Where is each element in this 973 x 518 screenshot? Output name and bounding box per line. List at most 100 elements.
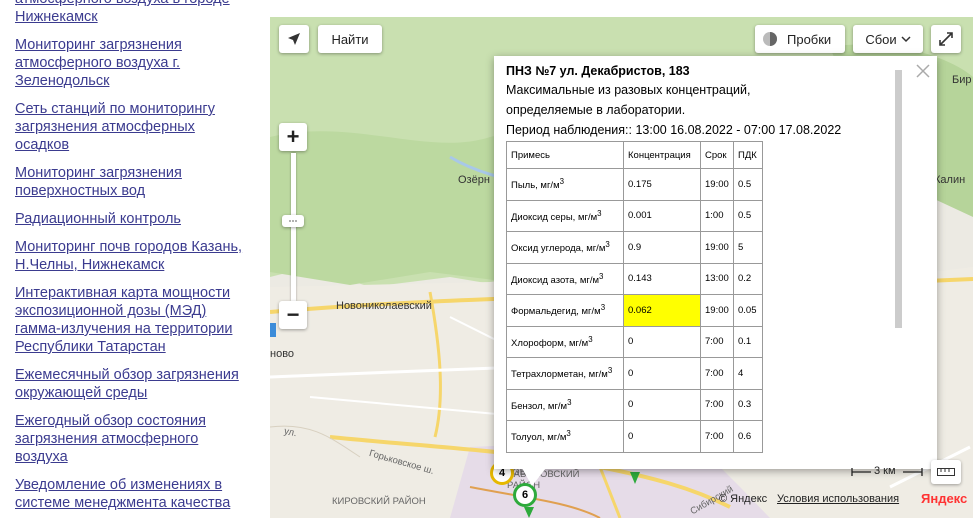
zoom-slider-track[interactable] [291, 153, 296, 301]
marker-pin-tail [524, 507, 534, 518]
pollutant-name: Хлороформ, мг/м [511, 337, 589, 349]
sidebar-link[interactable]: Мониторинг почв городов Казань, Н.Челны,… [15, 238, 243, 274]
concentration-cell: 0 [623, 325, 701, 358]
pdk-cell: 4 [733, 357, 763, 390]
concentration-cell: 0.001 [623, 199, 701, 232]
pollutant-name: Диоксид азота, мг/м [511, 274, 600, 286]
unit-superscript: 3 [605, 240, 610, 250]
map-label-kalin: Калин [934, 174, 966, 186]
unit-superscript: 3 [597, 208, 602, 218]
pdk-cell: 0.5 [733, 168, 763, 201]
sidebar-link[interactable]: Уведомление об изменениях в системе мене… [15, 476, 243, 512]
map-label-novonikolaevsky: Новониколаевский [336, 300, 432, 312]
find-button[interactable]: Найти [318, 25, 382, 53]
concentration-cell: 0 [623, 388, 701, 421]
close-icon [916, 64, 930, 78]
map-label-bir: Бир [952, 74, 972, 86]
pdk-cell: 5 [733, 231, 763, 264]
time-cell: 7:00 [700, 420, 734, 453]
station-info-balloon: ПНЗ №7 ул. Декабристов, 183 Максимальные… [494, 56, 937, 469]
map-label-novo: ново [270, 348, 295, 360]
pollutant-name-cell: Оксид углерода, мг/м3 [506, 231, 624, 264]
sidebar-link[interactable]: Ежегодный обзор состояния загрязнения ат… [15, 412, 243, 466]
pollutant-name: Оксид углерода, мг/м [511, 243, 606, 255]
balloon-close-button[interactable] [914, 62, 932, 80]
chevron-down-icon [901, 35, 911, 42]
sidebar: атмосферного воздуха в городе Нижнекамск… [0, 0, 250, 518]
pdk-cell: 0.6 [733, 420, 763, 453]
ruler-button[interactable] [931, 460, 961, 484]
table-row: Пыль, мг/м3 0.175 19:00 0.5 [506, 168, 763, 201]
sidebar-link[interactable]: Сеть станций по мониторингу загрязнения … [15, 100, 243, 154]
map-label-street: ул. [282, 425, 298, 440]
sidebar-link[interactable]: Радиационный контроль [15, 210, 243, 228]
table-row: Формальдегид, мг/м3 0.062 19:00 0.05 [506, 294, 763, 327]
pollutant-name-cell: Тетрахлорметан, мг/м3 [506, 357, 624, 390]
sidebar-link[interactable]: атмосферного воздуха в городе Нижнекамск [15, 0, 243, 26]
column-header: ПДК [733, 141, 763, 169]
map-label-kirovsky: КИРОВСКИЙ РАЙОН [332, 496, 426, 507]
fullscreen-button[interactable] [931, 25, 961, 53]
layers-label: Сбои [865, 31, 897, 47]
pollutant-name-cell: Формальдегид, мг/м3 [506, 294, 624, 327]
pollutant-name-cell: Бензол, мг/м3 [506, 388, 624, 421]
station-marker[interactable]: 6 [513, 483, 537, 507]
pdk-cell: 0.5 [733, 199, 763, 232]
time-cell: 19:00 [700, 294, 734, 327]
zoom-slider-handle[interactable] [282, 215, 304, 227]
time-cell: 13:00 [700, 262, 734, 295]
table-row: Тетрахлорметан, мг/м3 0 7:00 4 [506, 357, 763, 390]
copyright-text: © Яндекс [719, 493, 768, 505]
time-cell: 19:00 [700, 168, 734, 201]
scale-label: 3 км [874, 465, 896, 477]
layers-button[interactable]: Сбои [853, 25, 923, 53]
traffic-light-icon [763, 32, 777, 46]
geolocation-button[interactable] [279, 25, 309, 53]
time-cell: 7:00 [700, 388, 734, 421]
traffic-button[interactable]: Пробки [755, 25, 845, 53]
pollutant-name: Бензол, мг/м [511, 400, 568, 412]
zoom-in-button[interactable]: + [279, 123, 307, 151]
column-header: Примесь [506, 141, 624, 169]
time-cell: 7:00 [700, 325, 734, 358]
pdk-cell: 0.05 [733, 294, 763, 327]
time-cell: 1:00 [700, 199, 734, 232]
unit-superscript: 3 [607, 366, 613, 376]
table-row: Оксид углерода, мг/м3 0.9 19:00 5 [506, 231, 763, 264]
concentration-cell: 0.9 [623, 231, 701, 264]
time-cell: 19:00 [700, 231, 734, 264]
column-header: Срок [700, 141, 734, 169]
sidebar-links: атмосферного воздуха в городе Нижнекамск… [15, 0, 243, 518]
column-header: Концентрация [623, 141, 701, 169]
table-row: Толуол, мг/м3 0 7:00 0.6 [506, 420, 763, 453]
table-row: Диоксид серы, мг/м3 0.001 1:00 0.5 [506, 199, 763, 232]
map-scale: 3 км [851, 465, 923, 479]
balloon-scrollbar[interactable] [895, 70, 902, 328]
concentration-cell: 0.175 [623, 168, 701, 201]
concentration-cell: 0 [623, 357, 701, 390]
pollutant-name-cell: Хлороформ, мг/м3 [506, 325, 624, 358]
sidebar-link[interactable]: Интерактивная карта мощности экспозицион… [15, 284, 243, 356]
concentration-cell: 0.062 [623, 294, 701, 327]
zoom-out-button[interactable]: − [279, 301, 307, 329]
unit-superscript: 3 [599, 271, 604, 281]
sidebar-link[interactable]: Ежемесячный обзор загрязнения окружающей… [15, 366, 243, 402]
pollutant-name-cell: Диоксид серы, мг/м3 [506, 199, 624, 232]
sidebar-link[interactable]: Мониторинг загрязнения поверхностных вод [15, 164, 243, 200]
unit-superscript: 3 [566, 429, 571, 439]
unit-superscript: 3 [588, 334, 593, 344]
pollutant-name: Пыль, мг/м [511, 180, 560, 192]
unit-superscript: 3 [567, 397, 572, 407]
unit-superscript: 3 [600, 303, 606, 313]
pdk-cell: 0.2 [733, 262, 763, 295]
yandex-logo-text: Яндекс [921, 491, 968, 506]
pdk-cell: 0.1 [733, 325, 763, 358]
sidebar-link[interactable]: Мониторинг загрязнения атмосферного возд… [15, 36, 243, 90]
traffic-label: Пробки [787, 31, 832, 47]
table-header-row: Примесь Концентрация Срок ПДК [506, 141, 763, 169]
description-line-1: Максимальные из разовых концентраций, [506, 83, 751, 97]
yandex-logo: Яндекс [921, 491, 967, 506]
terms-link[interactable]: Условия использования [777, 493, 899, 505]
map-label-ozerny: Озёрн [458, 174, 490, 186]
station-title: ПНЗ №7 ул. Декабристов, 183 [506, 64, 690, 78]
